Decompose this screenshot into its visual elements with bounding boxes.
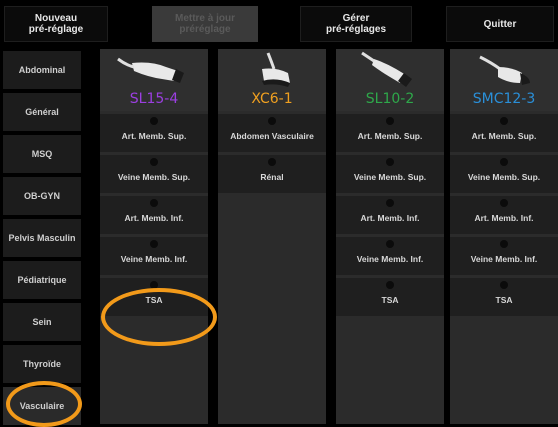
preset-label: Abdomen Vasculaire <box>230 131 314 141</box>
preset-label: Rénal <box>260 172 284 182</box>
highlight-ring-tsa <box>101 288 217 346</box>
indicator-dot <box>150 158 158 166</box>
indicator-dot <box>500 117 508 125</box>
quit-button[interactable]: Quitter <box>446 6 554 42</box>
category-ob-gyn[interactable]: OB-GYN <box>3 177 81 215</box>
preset-label: Veine Memb. Sup. <box>467 172 541 182</box>
indicator-dot <box>386 158 394 166</box>
update-preset-button[interactable]: Mettre à jour préréglage <box>152 6 258 42</box>
probe-name: SL10-2 <box>365 91 415 107</box>
preset-art-memb-sup[interactable]: Art. Memb. Sup. <box>450 114 558 152</box>
indicator-dot <box>500 281 508 289</box>
microconvex-probe-icon <box>479 55 530 85</box>
manage-presets-button[interactable]: Gérer pré-réglages <box>300 6 412 42</box>
probe-name: SL15-4 <box>129 91 179 107</box>
preset-art-memb-inf[interactable]: Art. Memb. Inf. <box>336 196 444 234</box>
indicator-dot <box>386 117 394 125</box>
preset-veine-memb-inf[interactable]: Veine Memb. Inf. <box>100 237 208 275</box>
probe-column-smc12-3: SMC12-3 Art. Memb. Sup. Veine Memb. Sup.… <box>450 49 558 424</box>
category-abdominal[interactable]: Abdominal <box>3 51 81 89</box>
category-thyroide[interactable]: Thyroïde <box>3 345 81 383</box>
category-msq[interactable]: MSQ <box>3 135 81 173</box>
probe-name: XC6-1 <box>251 91 293 107</box>
toolbar: Nouveau pré-réglage Mettre à jour prérég… <box>0 0 558 48</box>
probe-name: SMC12-3 <box>472 91 536 107</box>
preset-label: Art. Memb. Sup. <box>121 131 187 141</box>
category-general[interactable]: Général <box>3 93 81 131</box>
indicator-dot <box>500 199 508 207</box>
preset-veine-memb-sup[interactable]: Veine Memb. Sup. <box>450 155 558 193</box>
preset-label: Art. Memb. Inf. <box>124 213 184 223</box>
preset-label: Veine Memb. Inf. <box>356 254 424 264</box>
new-preset-button[interactable]: Nouveau pré-réglage <box>4 6 108 42</box>
indicator-dot <box>500 158 508 166</box>
indicator-dot <box>150 117 158 125</box>
preset-art-memb-sup[interactable]: Art. Memb. Sup. <box>100 114 208 152</box>
indicator-dot <box>386 199 394 207</box>
indicator-dot <box>386 240 394 248</box>
preset-label: Veine Memb. Sup. <box>117 172 191 182</box>
preset-label: Art. Memb. Sup. <box>471 131 537 141</box>
preset-art-memb-sup[interactable]: Art. Memb. Sup. <box>336 114 444 152</box>
preset-label: Art. Memb. Inf. <box>360 213 420 223</box>
probe-header[interactable]: SMC12-3 <box>450 49 558 111</box>
preset-tsa[interactable]: TSA <box>450 278 558 316</box>
indicator-dot <box>386 281 394 289</box>
preset-veine-memb-inf[interactable]: Veine Memb. Inf. <box>450 237 558 275</box>
probe-header[interactable]: XC6-1 <box>218 49 326 111</box>
category-sein[interactable]: Sein <box>3 303 81 341</box>
preset-veine-memb-sup[interactable]: Veine Memb. Sup. <box>100 155 208 193</box>
preset-abdomen-vasculaire[interactable]: Abdomen Vasculaire <box>218 114 326 152</box>
indicator-dot <box>150 240 158 248</box>
probe-column-sl10-2: SL10-2 Art. Memb. Sup. Veine Memb. Sup. … <box>336 49 444 424</box>
preset-label: Veine Memb. Inf. <box>120 254 188 264</box>
indicator-dot <box>500 240 508 248</box>
preset-tsa[interactable]: TSA <box>336 278 444 316</box>
preset-label: Veine Memb. Inf. <box>470 254 538 264</box>
probe-column-xc6-1: XC6-1 Abdomen Vasculaire Rénal <box>218 49 326 424</box>
preset-label: Art. Memb. Sup. <box>357 131 423 141</box>
probe-column-sl15-4: SL15-4 Art. Memb. Sup. Veine Memb. Sup. … <box>100 49 208 424</box>
probe-header[interactable]: SL15-4 <box>100 49 208 111</box>
preset-label: TSA <box>495 295 513 305</box>
convex-probe-icon <box>262 52 290 87</box>
probe-header[interactable]: SL10-2 <box>336 49 444 111</box>
indicator-dot <box>268 158 276 166</box>
linear-probe-icon <box>361 51 412 87</box>
category-pelvis-masculin[interactable]: Pelvis Masculin <box>3 219 81 257</box>
preset-art-memb-inf[interactable]: Art. Memb. Inf. <box>100 196 208 234</box>
category-pediatrique[interactable]: Pédiatrique <box>3 261 81 299</box>
linear-probe-icon <box>117 57 184 83</box>
indicator-dot <box>268 117 276 125</box>
preset-label: Art. Memb. Inf. <box>474 213 534 223</box>
preset-label: Veine Memb. Sup. <box>353 172 427 182</box>
preset-renal[interactable]: Rénal <box>218 155 326 193</box>
preset-veine-memb-inf[interactable]: Veine Memb. Inf. <box>336 237 444 275</box>
indicator-dot <box>150 199 158 207</box>
highlight-ring-vasculaire <box>6 381 82 427</box>
preset-art-memb-inf[interactable]: Art. Memb. Inf. <box>450 196 558 234</box>
preset-veine-memb-sup[interactable]: Veine Memb. Sup. <box>336 155 444 193</box>
preset-label: TSA <box>381 295 399 305</box>
